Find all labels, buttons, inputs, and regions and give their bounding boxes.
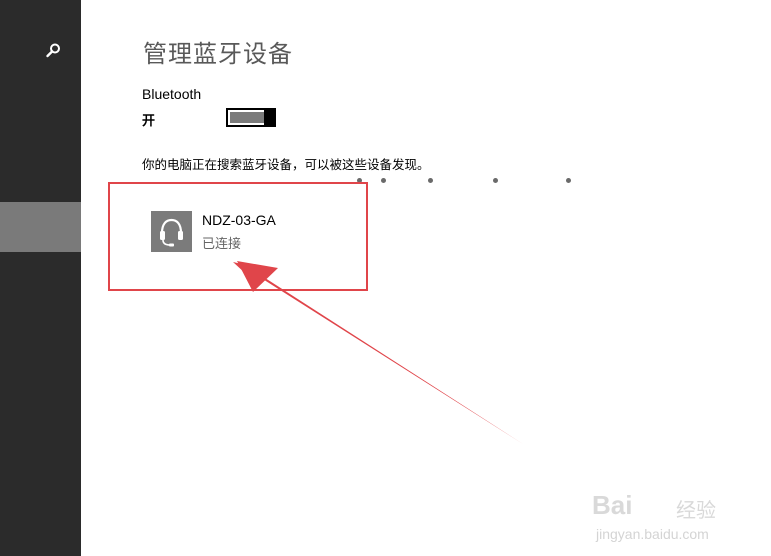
annotation-arrow: [233, 261, 523, 444]
watermark-url: jingyan.baidu.com: [596, 526, 709, 542]
arrow-shaft: [233, 262, 523, 444]
baidu-watermark: Bai 经验 jingyan.baidu.com: [592, 490, 732, 550]
watermark-brand: 经验: [676, 498, 716, 522]
watermark-logo: Bai: [592, 490, 633, 520]
arrow-head: [237, 261, 278, 292]
